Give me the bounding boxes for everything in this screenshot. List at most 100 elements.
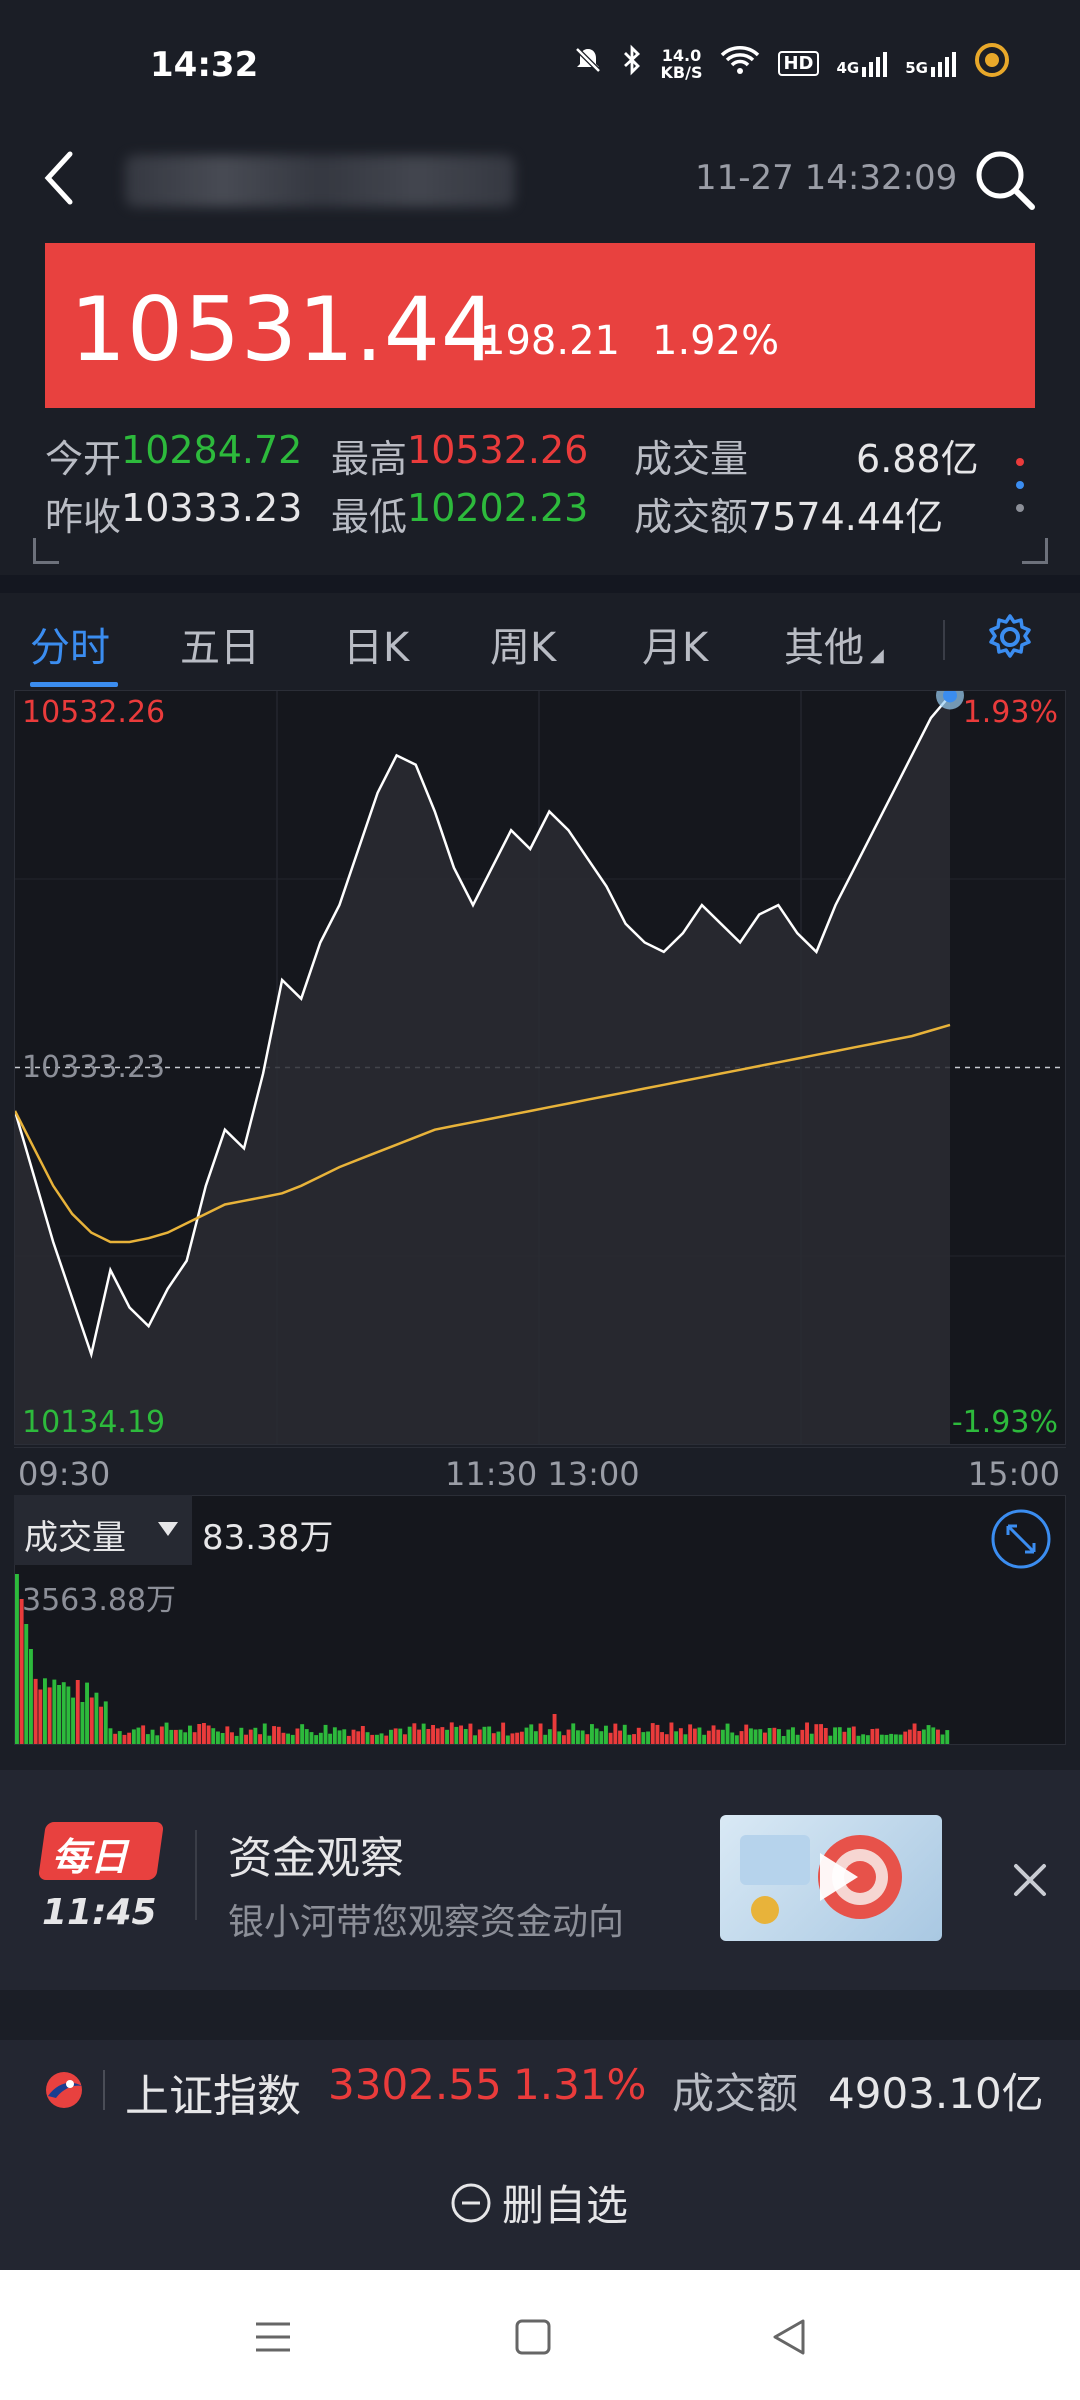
volume-bar xyxy=(459,1725,463,1744)
news-title[interactable]: 资金观察 xyxy=(228,1822,404,1886)
volume-bar xyxy=(15,1574,19,1744)
remove-watchlist-label: 删自选 xyxy=(502,2181,629,2230)
video-thumbnail[interactable] xyxy=(720,1815,942,1941)
volume-bar xyxy=(47,1687,52,1744)
news-subtitle: 银小河带您观察资金动向 xyxy=(228,1902,625,1943)
hd-icon: HD xyxy=(778,51,819,76)
volume-bar xyxy=(767,1728,772,1744)
price-change: 198.21 xyxy=(480,318,620,364)
volume-bar xyxy=(501,1722,506,1744)
volume-bar xyxy=(702,1734,707,1744)
quote-datetime: 11-27 14:32:09 xyxy=(695,158,958,198)
volume-bar xyxy=(473,1735,477,1744)
volume-bar xyxy=(781,1736,786,1744)
volume-bar xyxy=(272,1726,276,1744)
volume-bar xyxy=(870,1729,875,1744)
volume-bar xyxy=(842,1731,847,1744)
volume-bar xyxy=(244,1734,248,1744)
close-icon[interactable] xyxy=(1010,1860,1050,1900)
tab-monthly-k[interactable]: 月K xyxy=(642,615,708,673)
volume-bar xyxy=(431,1725,435,1744)
fullscreen-icon[interactable] xyxy=(990,1508,1052,1570)
volume-bar xyxy=(463,1729,468,1744)
current-price: 10531.44 xyxy=(70,278,498,381)
volume-bar xyxy=(884,1734,889,1744)
tab-weekly-k[interactable]: 周K xyxy=(490,615,556,673)
volume-bar xyxy=(889,1733,894,1744)
volume-bar xyxy=(342,1729,347,1744)
volume-bar xyxy=(127,1732,132,1744)
volume-bar xyxy=(627,1734,632,1744)
volume-max: 3563.88万 xyxy=(22,1583,177,1618)
volume-bar xyxy=(477,1729,482,1744)
index-name[interactable]: 上证指数 xyxy=(125,2060,301,2124)
volume-bar xyxy=(332,1727,337,1744)
dropdown-caret-icon: ◢ xyxy=(870,645,884,666)
volume-bar xyxy=(926,1725,931,1744)
volume-bar xyxy=(351,1729,356,1744)
volume-bar xyxy=(360,1726,365,1744)
back-button[interactable] xyxy=(40,148,80,208)
volume-bar xyxy=(786,1729,791,1744)
volume-bar xyxy=(370,1734,375,1744)
volume-bar xyxy=(496,1731,501,1744)
menu-icon[interactable] xyxy=(248,2312,298,2362)
high-label: 最高 xyxy=(331,437,408,481)
volume-bar xyxy=(566,1729,571,1744)
stats-row-2: 昨收 10333.23 最低 10202.23 成交额 7574.44亿 xyxy=(45,486,943,541)
volume-bar xyxy=(85,1682,89,1744)
volume-bar xyxy=(248,1729,253,1744)
volume-bar xyxy=(931,1727,936,1744)
volume-bar xyxy=(688,1724,693,1744)
volume-bar xyxy=(632,1734,636,1744)
volume-bar xyxy=(711,1725,716,1744)
gear-icon[interactable] xyxy=(985,612,1035,662)
more-dots-icon[interactable] xyxy=(1012,450,1028,520)
volume-bar xyxy=(491,1733,496,1744)
volume-bar xyxy=(791,1727,795,1744)
home-icon[interactable] xyxy=(508,2312,558,2362)
tab-daily-k[interactable]: 日K xyxy=(343,615,409,673)
back-nav-icon[interactable] xyxy=(765,2312,815,2362)
volume-bar xyxy=(800,1729,805,1744)
index-amount-label: 成交额 xyxy=(672,2069,799,2118)
volume-bar xyxy=(192,1732,197,1744)
status-icons: 14.0 KB/S HD 4G 5G xyxy=(573,42,1010,85)
volume-bar xyxy=(683,1734,688,1744)
volume-bar xyxy=(33,1678,38,1744)
volume-bar xyxy=(795,1734,800,1744)
volume-bar xyxy=(173,1729,178,1744)
volume-bar xyxy=(421,1723,426,1744)
tab-intraday[interactable]: 分时 xyxy=(30,615,110,673)
volume-bar xyxy=(356,1731,361,1744)
index-amount: 4903.10亿 xyxy=(828,2069,1044,2118)
volume-bar xyxy=(304,1729,309,1744)
volume-bar xyxy=(445,1729,449,1744)
wifi-icon xyxy=(720,45,760,82)
volume-bar xyxy=(407,1726,412,1744)
volume-bar xyxy=(164,1722,169,1744)
remove-watchlist-button[interactable]: 删自选 xyxy=(450,2172,628,2233)
volume-bar xyxy=(674,1731,679,1744)
volume-bar xyxy=(720,1729,725,1744)
volume-bar xyxy=(286,1733,290,1744)
amount-label: 成交额 xyxy=(634,495,749,539)
volume-bar xyxy=(435,1728,440,1744)
volume-bar xyxy=(744,1724,749,1744)
volume-bar xyxy=(80,1702,85,1744)
tab-other[interactable]: 其他 ◢ xyxy=(784,615,884,673)
intraday-chart[interactable] xyxy=(13,681,1066,1445)
volume-bar xyxy=(580,1730,585,1744)
volume-bar xyxy=(552,1714,557,1744)
volume-bar xyxy=(89,1697,94,1744)
volume-bar xyxy=(730,1732,735,1744)
volume-bar xyxy=(169,1729,174,1744)
volume-bar xyxy=(379,1733,384,1744)
volume-bar xyxy=(103,1701,108,1744)
volume-bar xyxy=(449,1722,454,1744)
search-button[interactable] xyxy=(970,145,1040,215)
tab-five-day[interactable]: 五日 xyxy=(180,615,260,673)
volume-bar xyxy=(482,1726,487,1744)
volume-bar xyxy=(903,1731,908,1744)
volume-bar xyxy=(337,1730,342,1744)
